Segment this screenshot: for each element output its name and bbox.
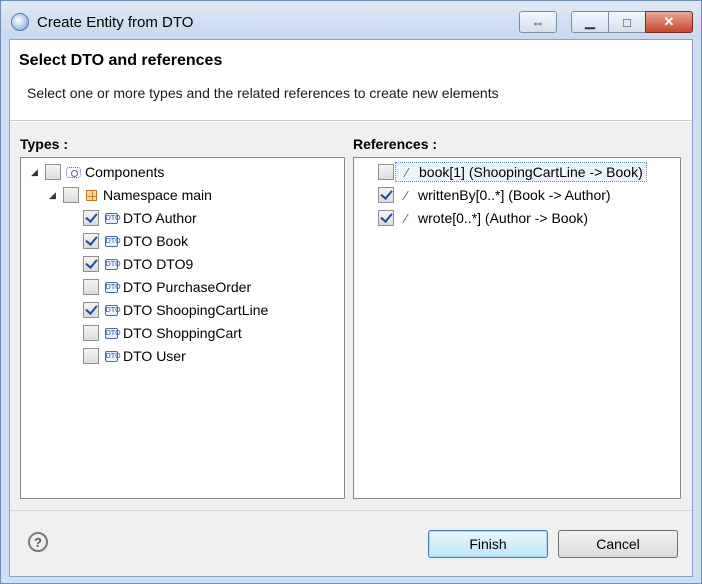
checkbox[interactable] — [45, 164, 61, 180]
cancel-button[interactable]: Cancel — [558, 530, 678, 558]
eclipse-app-icon — [11, 13, 29, 31]
dto-icon: DTO — [104, 258, 121, 270]
dto-icon: DTO — [104, 235, 121, 247]
dto-icon: DTO — [104, 304, 121, 316]
tree-item-dto-user[interactable]: DTO DTO User — [83, 345, 186, 367]
reference-label: writtenBy[0..*] (Book -> Author) — [418, 187, 611, 203]
dto-icon: DTO — [104, 350, 121, 362]
dto-icon: DTO — [104, 281, 121, 293]
tree-item-label: DTO DTO9 — [123, 256, 194, 272]
reference-icon: ⁄ — [404, 210, 408, 226]
header-divider — [10, 121, 692, 122]
page-description: Select one or more types and the related… — [27, 85, 499, 101]
types-tree[interactable]: ◢ Components ◢ Namespace main DTO DTO Au… — [20, 157, 345, 499]
footer-divider — [10, 510, 692, 511]
dialog-body: Select DTO and references Select one or … — [9, 39, 693, 577]
tree-item-label: Components — [85, 164, 165, 180]
selected-row-highlight[interactable]: ⁄ book[1] (ShoopingCartLine -> Book) — [395, 162, 647, 182]
close-button[interactable]: ✕ — [645, 11, 693, 33]
reference-icon: ⁄ — [404, 187, 408, 203]
dto-icon: DTO — [104, 212, 121, 224]
resize-toggle-button[interactable]: ⇔ — [519, 11, 557, 33]
tree-item-label: DTO ShoppingCart — [123, 325, 242, 341]
tree-item-label: DTO Author — [123, 210, 197, 226]
reference-item[interactable]: ⁄ book[1] (ShoopingCartLine -> Book) — [378, 161, 647, 183]
tree-item-namespace[interactable]: ◢ Namespace main — [49, 184, 212, 206]
tree-item-label: DTO User — [123, 348, 186, 364]
types-label: Types : — [20, 136, 68, 152]
page-title: Select DTO and references — [19, 52, 223, 69]
window-title: Create Entity from DTO — [37, 14, 194, 31]
checkbox[interactable] — [83, 256, 99, 272]
checkbox[interactable] — [378, 187, 394, 203]
tree-item-dto-shoppingcart[interactable]: DTO DTO ShoppingCart — [83, 322, 242, 344]
tree-item-dto-dto9[interactable]: DTO DTO DTO9 — [83, 253, 193, 275]
namespace-icon — [83, 187, 99, 203]
checkbox[interactable] — [378, 210, 394, 226]
tree-item-label: DTO PurchaseOrder — [123, 279, 252, 295]
reference-item[interactable]: ⁄ wrote[0..*] (Author -> Book) — [378, 207, 588, 229]
wizard-header: Select DTO and references Select one or … — [10, 40, 692, 121]
dto-icon: DTO — [104, 327, 121, 339]
checkbox[interactable] — [83, 325, 99, 341]
tree-item-dto-author[interactable]: DTO DTO Author — [83, 207, 197, 229]
expand-arrow-icon[interactable]: ◢ — [31, 167, 41, 178]
tree-item-dto-shoopingcartline[interactable]: DTO DTO ShoopingCartLine — [83, 299, 268, 321]
references-label: References : — [353, 136, 438, 152]
checkbox[interactable] — [83, 210, 99, 226]
component-icon — [65, 164, 81, 180]
checkbox[interactable] — [83, 233, 99, 249]
checkbox[interactable] — [63, 187, 79, 203]
checkbox[interactable] — [83, 302, 99, 318]
tree-item-components[interactable]: ◢ Components — [31, 161, 164, 183]
minimize-button[interactable]: ▁ — [571, 11, 609, 33]
finish-button[interactable]: Finish — [428, 530, 548, 558]
checkbox[interactable] — [83, 279, 99, 295]
maximize-button[interactable]: □ — [608, 11, 646, 33]
checkbox[interactable] — [378, 164, 394, 180]
reference-item[interactable]: ⁄ writtenBy[0..*] (Book -> Author) — [378, 184, 611, 206]
tree-item-dto-book[interactable]: DTO DTO Book — [83, 230, 188, 252]
reference-icon: ⁄ — [405, 164, 409, 180]
tree-item-label: Namespace main — [103, 187, 212, 203]
checkbox[interactable] — [83, 348, 99, 364]
references-list[interactable]: ⁄ book[1] (ShoopingCartLine -> Book) ⁄ w… — [353, 157, 681, 499]
dialog-window: Create Entity from DTO ⇔ ▁ □ ✕ Select DT… — [0, 0, 702, 584]
help-icon[interactable]: ? — [28, 532, 48, 552]
reference-label: wrote[0..*] (Author -> Book) — [418, 210, 589, 226]
reference-label: book[1] (ShoopingCartLine -> Book) — [419, 164, 643, 180]
tree-item-label: DTO ShoopingCartLine — [123, 302, 269, 318]
tree-item-label: DTO Book — [123, 233, 189, 249]
tree-item-dto-purchaseorder[interactable]: DTO DTO PurchaseOrder — [83, 276, 251, 298]
expand-arrow-icon[interactable]: ◢ — [49, 190, 59, 201]
title-bar: Create Entity from DTO ⇔ ▁ □ ✕ — [1, 1, 701, 39]
